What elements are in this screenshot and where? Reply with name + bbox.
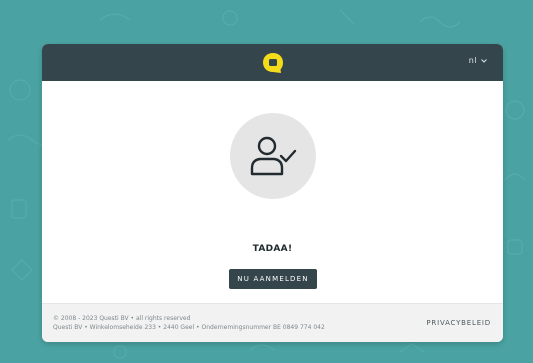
main-content: TADAA! NU AANMELDEN	[42, 81, 503, 325]
avatar	[230, 113, 316, 199]
speech-bubble-q-logo[interactable]	[262, 52, 284, 74]
copyright-text: © 2008 - 2023 Questi BV • all rights res…	[53, 315, 191, 322]
success-title: TADAA!	[252, 244, 293, 254]
user-check-icon	[250, 136, 297, 176]
footer: © 2008 - 2023 Questi BV • all rights res…	[42, 303, 503, 342]
language-label: nl	[468, 56, 477, 65]
login-card: nl TADAA! NU AANMELDEN © 2008 - 2023 Que…	[42, 44, 503, 342]
copyright-block: © 2008 - 2023 Questi BV • all rights res…	[53, 314, 325, 332]
top-bar: nl	[42, 44, 503, 81]
login-now-button[interactable]: NU AANMELDEN	[229, 269, 317, 289]
company-address: Questi BV • Winkelomseheide 233 • 2440 G…	[53, 324, 325, 331]
chevron-down-icon	[481, 58, 487, 63]
privacy-policy-link[interactable]: PRIVACYBELEID	[426, 319, 491, 327]
language-selector[interactable]: nl	[469, 56, 487, 65]
